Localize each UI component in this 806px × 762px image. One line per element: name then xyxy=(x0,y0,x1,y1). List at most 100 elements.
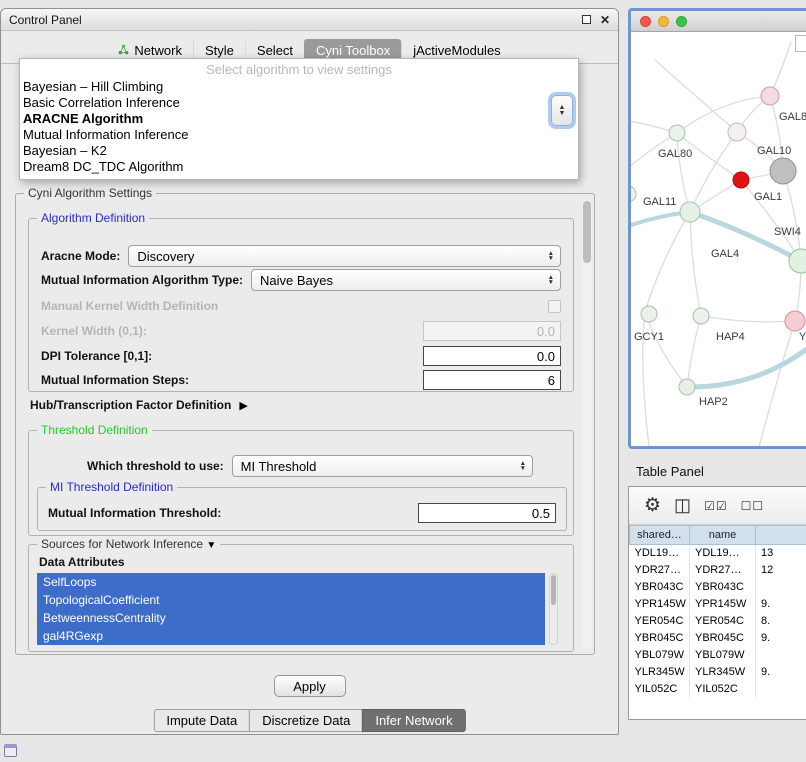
node-label: SWI4 xyxy=(774,226,801,238)
network-edge[interactable] xyxy=(687,316,701,387)
column-header-name[interactable]: name xyxy=(690,526,756,545)
bottom-tab-discretize-data[interactable]: Discretize Data xyxy=(249,709,363,732)
network-vscrollbar[interactable] xyxy=(795,35,806,52)
column-header-extra[interactable] xyxy=(756,526,806,545)
mi-type-value: Naive Bayes xyxy=(260,273,333,288)
table-row[interactable]: YER054CYER054C8. xyxy=(630,613,806,630)
network-node-pink-right[interactable] xyxy=(785,311,805,331)
manual-kernel-checkbox[interactable] xyxy=(548,300,561,313)
attribute-betweennesscentrality[interactable]: BetweennessCentrality xyxy=(37,609,545,627)
table-row[interactable]: YDL19…YDL19…13 xyxy=(630,545,806,562)
network-node-pink-top[interactable] xyxy=(761,87,779,105)
network-node-hap2[interactable] xyxy=(679,379,695,395)
table-row[interactable]: YPR145WYPR145W9. xyxy=(630,596,806,613)
attributes-scrollbar[interactable] xyxy=(549,573,558,645)
network-node-mid-green[interactable] xyxy=(680,202,700,222)
dpi-tolerance-input[interactable] xyxy=(423,346,561,366)
table-toolbar: ⚙ ◫ ☑☑ ☐☐ xyxy=(629,487,806,525)
table-cell: YLR345W xyxy=(690,664,756,681)
mi-steps-label: Mutual Information Steps: xyxy=(41,373,189,387)
network-node-red-node[interactable] xyxy=(733,172,749,188)
close-window-icon[interactable]: ✕ xyxy=(600,14,610,26)
minimized-panel-icon[interactable] xyxy=(4,744,17,757)
hub-definition-label: Hub/Transcription Factor Definition xyxy=(30,398,231,412)
algorithm-option-aracne-algorithm[interactable]: ARACNE Algorithm xyxy=(20,111,578,127)
network-node-hap4[interactable] xyxy=(693,308,709,324)
control-panel-titlebar[interactable]: Control Panel ✕ xyxy=(1,9,618,31)
algorithm-option-bayesian-hill-climbing[interactable]: Bayesian – Hill Climbing xyxy=(20,79,578,95)
show-columns-icon[interactable]: ◫ xyxy=(674,495,691,516)
apply-button[interactable]: Apply xyxy=(274,675,346,697)
float-window-icon[interactable] xyxy=(582,15,591,24)
network-edge[interactable] xyxy=(759,321,795,447)
tab-label: Style xyxy=(205,43,234,58)
algorithm-combobox-button[interactable]: ▲▼ xyxy=(551,95,573,126)
table-row[interactable]: YBL079WYBL079W xyxy=(630,647,806,664)
network-edge[interactable] xyxy=(645,312,687,387)
node-label: GAL10 xyxy=(757,145,791,157)
table-cell: YBR045C xyxy=(690,630,756,647)
algorithm-option-basic-correlation-inference[interactable]: Basic Correlation Inference xyxy=(20,95,578,111)
data-attributes-list[interactable]: SelfLoopsTopologicalCoefficientBetweenne… xyxy=(37,573,545,645)
select-all-icon[interactable]: ☑☑ xyxy=(704,499,728,513)
network-edge[interactable] xyxy=(687,328,806,387)
tab-label: Select xyxy=(257,43,293,58)
network-edge[interactable] xyxy=(701,316,795,322)
mi-type-select[interactable]: Naive Bayes ▲▼ xyxy=(251,269,561,291)
network-edge[interactable] xyxy=(677,133,690,212)
table-cell: YDR27… xyxy=(630,562,690,579)
algorithm-option-mutual-information-inference[interactable]: Mutual Information Inference xyxy=(20,127,578,143)
algorithm-option-bayesian-k2[interactable]: Bayesian – K2 xyxy=(20,143,578,159)
table-row[interactable]: YBR043CYBR043C xyxy=(630,579,806,596)
settings-scrollbar[interactable] xyxy=(582,199,592,649)
zoom-button[interactable] xyxy=(676,16,687,27)
column-header-shared[interactable]: shared… xyxy=(630,526,690,545)
network-edge[interactable] xyxy=(690,212,701,316)
node-table: shared…name YDL19…YDL19…13YDR27…YDR27…12… xyxy=(629,525,806,698)
kernel-width-input[interactable] xyxy=(423,321,561,341)
network-edge[interactable] xyxy=(677,96,770,133)
table-cell: YIL052C xyxy=(630,681,690,698)
attribute-selfloops[interactable]: SelfLoops xyxy=(37,573,545,591)
hub-definition-section[interactable]: Hub/Transcription Factor Definition ▶ xyxy=(30,398,248,412)
close-button[interactable] xyxy=(640,16,651,27)
aracne-mode-select[interactable]: Discovery ▲▼ xyxy=(128,245,561,267)
network-edge[interactable] xyxy=(655,60,737,132)
table-cell: YDL19… xyxy=(630,545,690,562)
attribute-topologicalcoefficient[interactable]: TopologicalCoefficient xyxy=(37,591,545,609)
network-node-gal10[interactable] xyxy=(770,158,796,184)
minimize-button[interactable] xyxy=(658,16,669,27)
attribute-gal4rgexp[interactable]: gal4RGexp xyxy=(37,627,545,645)
bottom-tab-infer-network[interactable]: Infer Network xyxy=(362,709,465,732)
deselect-all-icon[interactable]: ☐☐ xyxy=(741,499,765,513)
table-cell: 9. xyxy=(756,664,806,681)
table-row[interactable]: YLR345WYLR345W9. xyxy=(630,664,806,681)
settings-gear-icon[interactable]: ⚙ xyxy=(644,494,661,517)
network-edge[interactable] xyxy=(645,212,690,312)
table-panel-title: Table Panel xyxy=(636,464,704,479)
network-node-gcy1[interactable] xyxy=(641,306,657,322)
table-cell: YPR145W xyxy=(690,596,756,613)
table-cell: 12 xyxy=(756,562,806,579)
network-canvas[interactable]: GAL80GAL8GAL10GAL11GAL1SWI4GAL4GCY1HAP4Y… xyxy=(631,32,806,447)
table-row[interactable]: YBR045CYBR045C9. xyxy=(630,630,806,647)
sources-title[interactable]: Sources for Network Inference ▼ xyxy=(37,537,220,551)
table-row[interactable]: YDR27…YDR27…12 xyxy=(630,562,806,579)
settings-scrollbar-thumb[interactable] xyxy=(583,201,591,263)
network-node-gal80[interactable] xyxy=(669,125,685,141)
attributes-scrollbar-thumb[interactable] xyxy=(551,575,556,605)
kernel-width-label: Kernel Width (0,1): xyxy=(41,324,147,338)
network-node-left-clipped[interactable] xyxy=(631,186,636,202)
mi-threshold-input[interactable] xyxy=(418,503,556,523)
algorithm-option-dream8-dc-tdc-algorithm[interactable]: Dream8 DC_TDC Algorithm xyxy=(20,159,578,175)
network-node-pale-mid[interactable] xyxy=(728,123,746,141)
aracne-mode-row: Aracne Mode: Discovery ▲▼ xyxy=(41,245,561,267)
which-threshold-select[interactable]: MI Threshold ▲▼ xyxy=(232,455,533,477)
mi-steps-input[interactable] xyxy=(423,370,561,390)
network-node-swi4-big[interactable] xyxy=(789,249,806,273)
table-row[interactable]: YIL052CYIL052C xyxy=(630,681,806,698)
network-window-titlebar[interactable] xyxy=(631,11,806,32)
node-label: GCY1 xyxy=(634,331,664,343)
desktop: Control Panel ✕ NetworkStyleSelectCyni T… xyxy=(0,0,806,762)
bottom-tab-impute-data[interactable]: Impute Data xyxy=(153,709,250,732)
